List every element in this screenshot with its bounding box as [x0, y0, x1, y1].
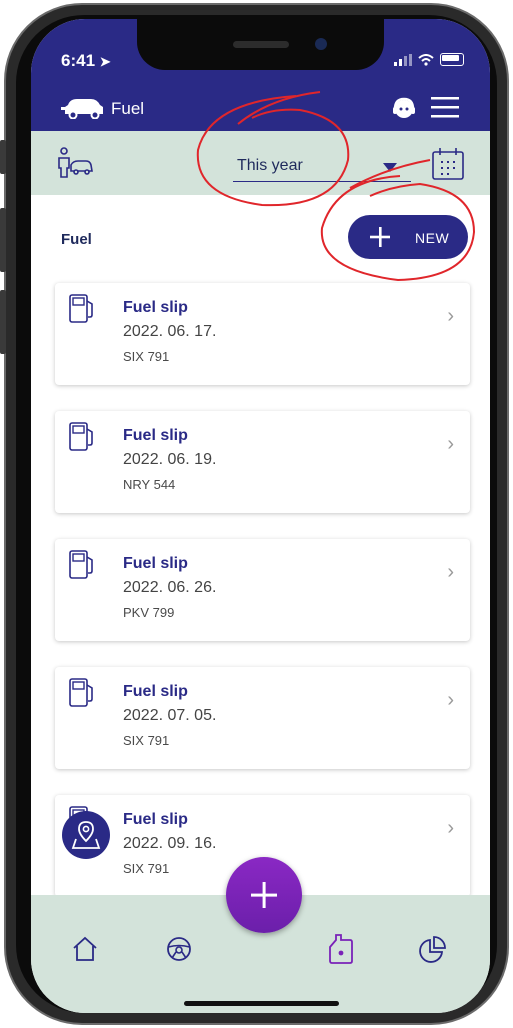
red-annotation-circles: [196, 91, 476, 282]
